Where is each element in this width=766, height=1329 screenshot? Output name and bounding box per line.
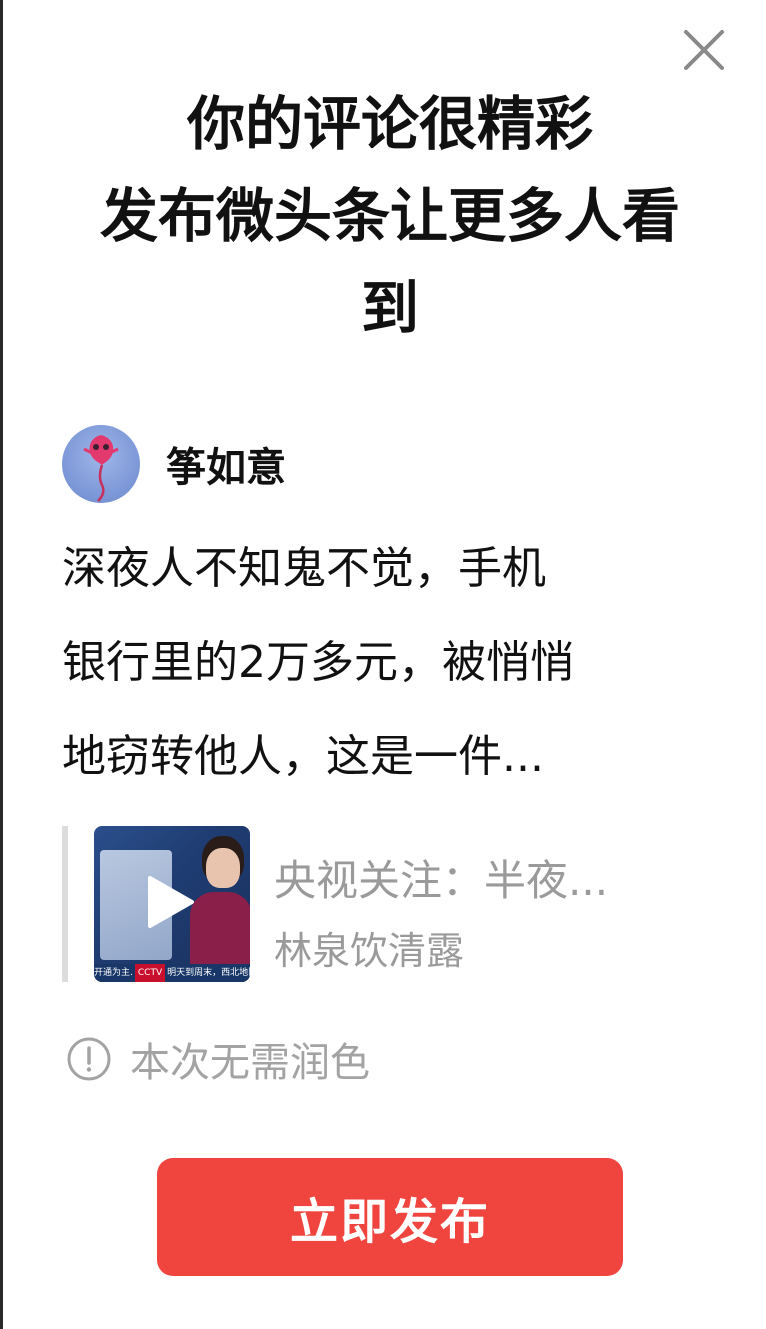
publish-button[interactable]: 立即发布 xyxy=(157,1158,623,1276)
avatar xyxy=(62,425,140,503)
thumbnail-ticker: 开通为主. CCTV 明天到周末，西北地区 xyxy=(94,964,250,982)
thumbnail-anchor-body xyxy=(190,892,250,964)
left-edge-divider xyxy=(0,0,3,1329)
publish-dialog: 你的评论很精彩 发布微头条让更多人看 到 筝如意 深夜人不知鬼不觉，手机 银行里… xyxy=(0,0,766,1329)
quoted-article-source: 林泉饮清露 xyxy=(274,929,465,973)
close-icon xyxy=(684,30,724,70)
cctv-logo: CCTV xyxy=(134,964,166,982)
thumbnail-anchor-head xyxy=(206,848,240,888)
title-line-3: 到 xyxy=(360,274,419,342)
play-icon[interactable] xyxy=(138,872,198,932)
quoted-article-title: 央视关注：半夜... xyxy=(274,856,609,905)
ticker-left-text: 开通为主. xyxy=(94,968,133,978)
title-line-2: 发布微头条让更多人看 xyxy=(99,182,680,250)
exclamation-circle-icon xyxy=(67,1037,111,1081)
quote-bar xyxy=(62,826,68,982)
author-row: 筝如意 xyxy=(62,424,286,504)
post-content: 深夜人不知鬼不觉，手机 银行里的2万多元，被悄悄 地窃转他人，这是一件... xyxy=(62,522,712,804)
post-line-1: 深夜人不知鬼不觉，手机 xyxy=(62,543,546,594)
ticker-right-text: 明天到周末，西北地区 xyxy=(167,968,250,978)
video-thumbnail[interactable]: 开通为主. CCTV 明天到周末，西北地区 xyxy=(94,826,250,982)
kite-avatar-icon xyxy=(83,435,119,502)
dialog-title: 你的评论很精彩 发布微头条让更多人看 到 xyxy=(50,78,730,354)
post-line-2: 银行里的2万多元，被悄悄 xyxy=(62,637,574,688)
watermark xyxy=(640,1288,760,1318)
polish-notice: 本次无需润色 xyxy=(66,1034,370,1086)
post-line-3: 地窃转他人，这是一件... xyxy=(62,731,544,782)
title-line-1: 你的评论很精彩 xyxy=(186,90,593,158)
close-button[interactable] xyxy=(676,24,732,76)
quoted-article-card[interactable]: 开通为主. CCTV 明天到周末，西北地区 央视关注：半夜... 林泉饮清露 xyxy=(62,826,722,982)
author-name: 筝如意 xyxy=(166,445,286,491)
notice-text: 本次无需润色 xyxy=(130,1040,370,1086)
